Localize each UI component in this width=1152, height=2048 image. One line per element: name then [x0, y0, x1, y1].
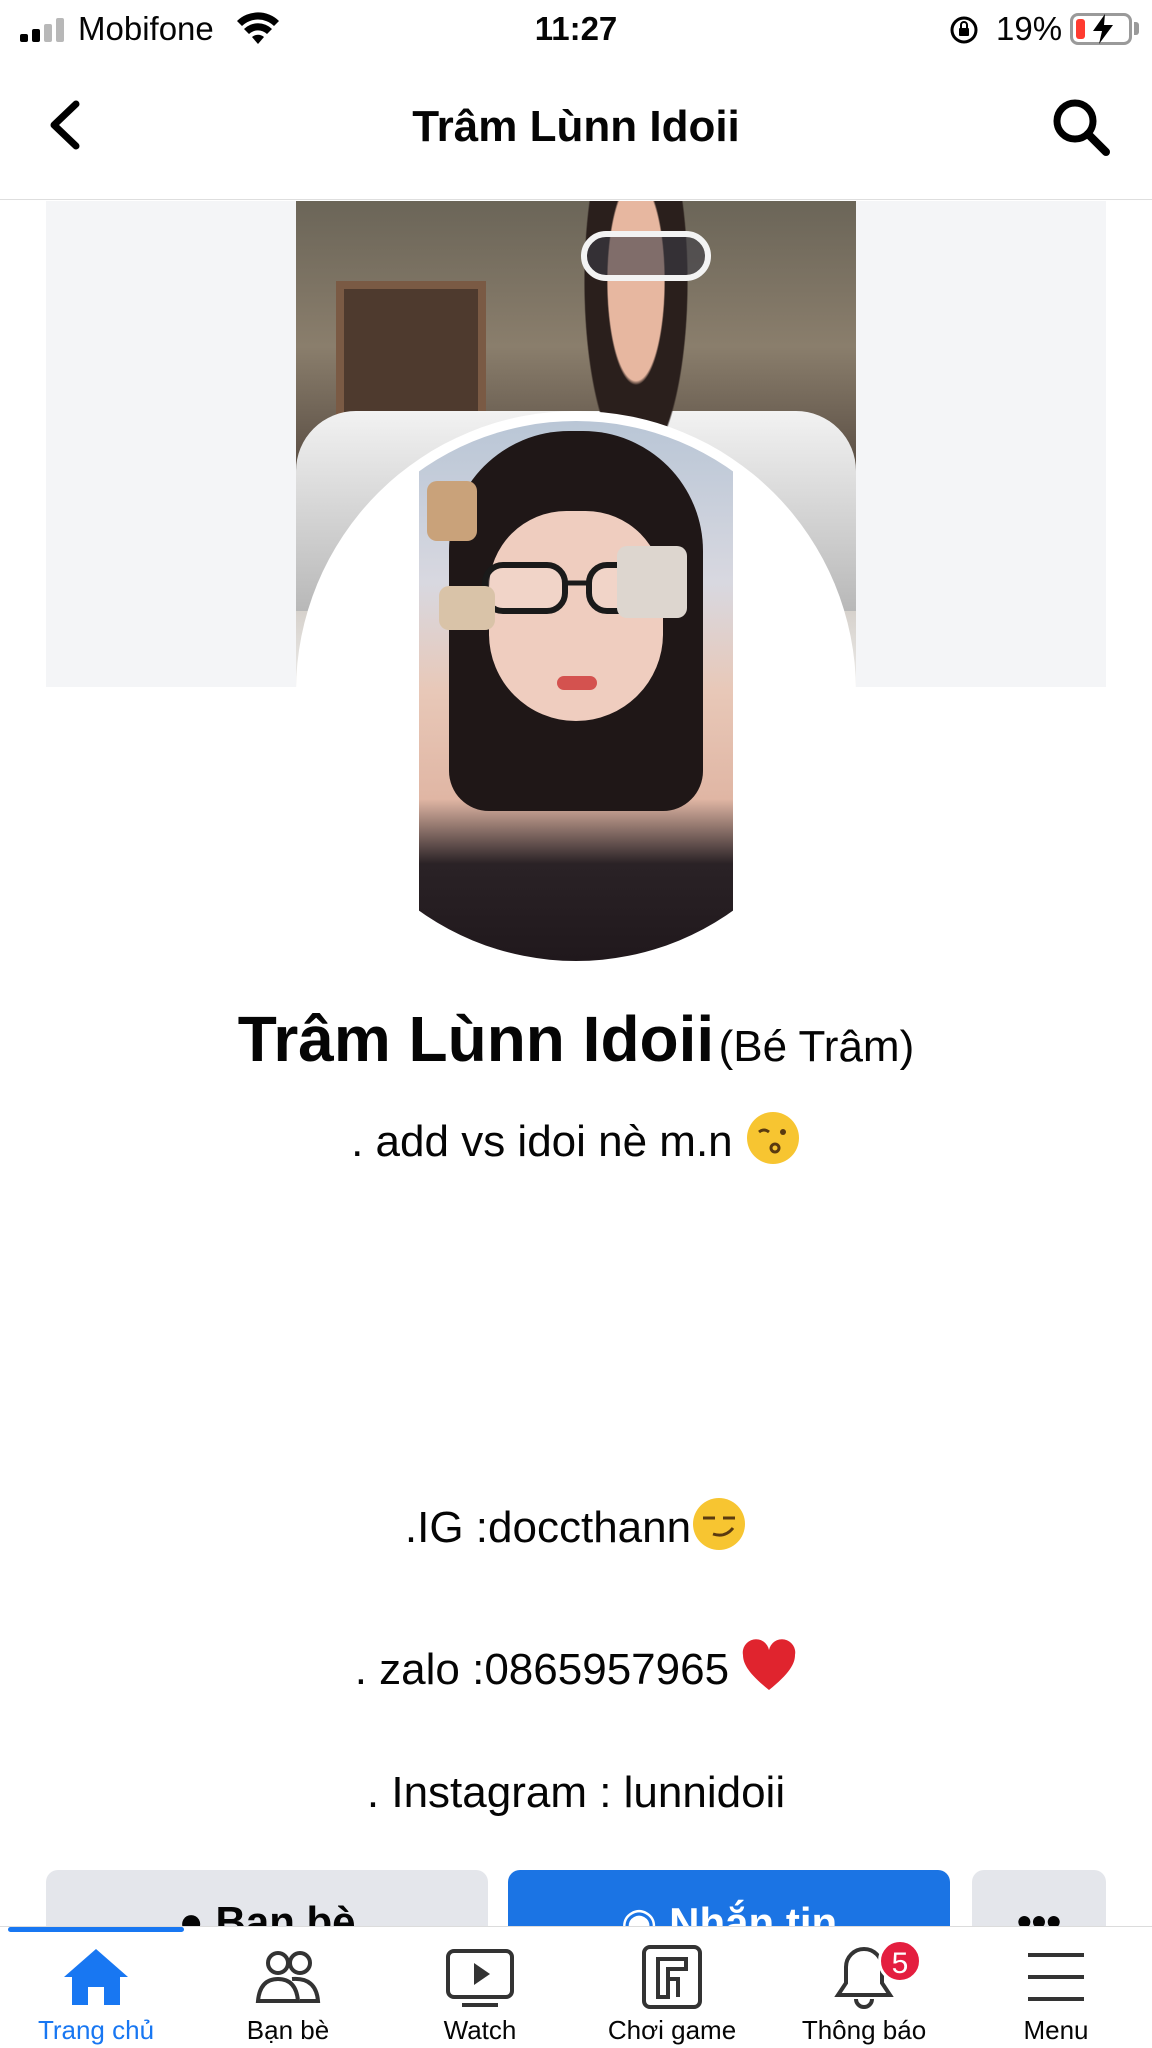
friends-icon: [255, 1951, 321, 2003]
page-title: Trâm Lùnn Idoii: [412, 102, 740, 151]
red-heart-icon: [743, 1639, 796, 1690]
smirking-face-icon: [693, 1498, 746, 1550]
tab-menu[interactable]: Menu: [960, 1945, 1152, 2048]
notification-badge: 5: [878, 1939, 922, 1983]
orientation-lock-icon: [950, 16, 978, 44]
bio-text: . zalo :0865957965: [354, 1645, 730, 1694]
bio-text: . add vs idoi nè m.n: [351, 1117, 733, 1166]
tab-notifications[interactable]: 5 Thông báo: [768, 1939, 960, 2048]
menu-icon: [1028, 1953, 1084, 2001]
bio-line: .IG :doccthann: [0, 1496, 1152, 1553]
battery-icon: [1070, 13, 1132, 45]
tab-watch[interactable]: Watch: [384, 1945, 576, 2048]
watch-icon: [446, 1949, 514, 2007]
bio-text: .IG :doccthann: [404, 1503, 692, 1552]
tab-home[interactable]: Trang chủ: [0, 1945, 192, 2048]
profile-alternate-name: (Bé Trâm): [718, 1022, 915, 1071]
tab-gaming[interactable]: Chơi game: [576, 1945, 768, 2048]
tab-label: Thông báo: [801, 2015, 927, 2045]
bio-text: . Instagram : lunnidoii: [366, 1768, 786, 1817]
messenger-icon: ◉: [620, 1899, 658, 1926]
profile-header: Trâm Lùnn Idoii: [0, 58, 1152, 200]
friends-button-label: Bạn bè: [215, 1898, 356, 1926]
message-button[interactable]: ◉ Nhắn tin: [508, 1870, 950, 1926]
bio-line: . zalo :0865957965: [0, 1638, 1152, 1695]
friend-check-icon: ●: [178, 1898, 204, 1926]
gaming-icon: [642, 1945, 702, 2009]
bio-line: . add vs idoi nè m.n: [0, 1110, 1152, 1167]
battery-nub: [1134, 22, 1139, 35]
message-button-label: Nhắn tin: [669, 1899, 838, 1926]
kissing-face-icon: [746, 1112, 799, 1164]
more-icon: •••: [1016, 1898, 1062, 1926]
active-tab-indicator: [8, 1927, 184, 1932]
tab-friends[interactable]: Bạn bè: [192, 1945, 384, 2048]
home-icon: [64, 1949, 128, 2005]
bottom-tab-bar: Trang chủ Bạn bè Watch Chơi game 5 Thông…: [0, 1926, 1152, 2048]
tab-label: Menu: [1023, 2015, 1089, 2045]
profile-name: Trâm Lùnn Idoii: [237, 1003, 715, 1075]
bio-line: . Instagram : lunnidoii: [0, 1768, 1152, 1818]
tab-label: Watch: [443, 2015, 517, 2045]
profile-picture[interactable]: [306, 421, 846, 961]
more-button[interactable]: •••: [972, 1870, 1106, 1926]
profile-actions: ● Bạn bè ◉ Nhắn tin •••: [0, 1870, 1152, 1926]
tab-label: Bạn bè: [246, 2015, 330, 2045]
tab-label: Chơi game: [607, 2015, 737, 2045]
tab-label: Trang chủ: [37, 2015, 155, 2045]
profile-name-block: Trâm Lùnn Idoii (Bé Trâm): [0, 1002, 1152, 1076]
battery-percent: 19%: [996, 10, 1063, 47]
friends-button[interactable]: ● Bạn bè: [46, 1870, 488, 1926]
status-bar: Mobifone 11:27 19%: [0, 0, 1152, 58]
search-button[interactable]: [1050, 96, 1112, 158]
